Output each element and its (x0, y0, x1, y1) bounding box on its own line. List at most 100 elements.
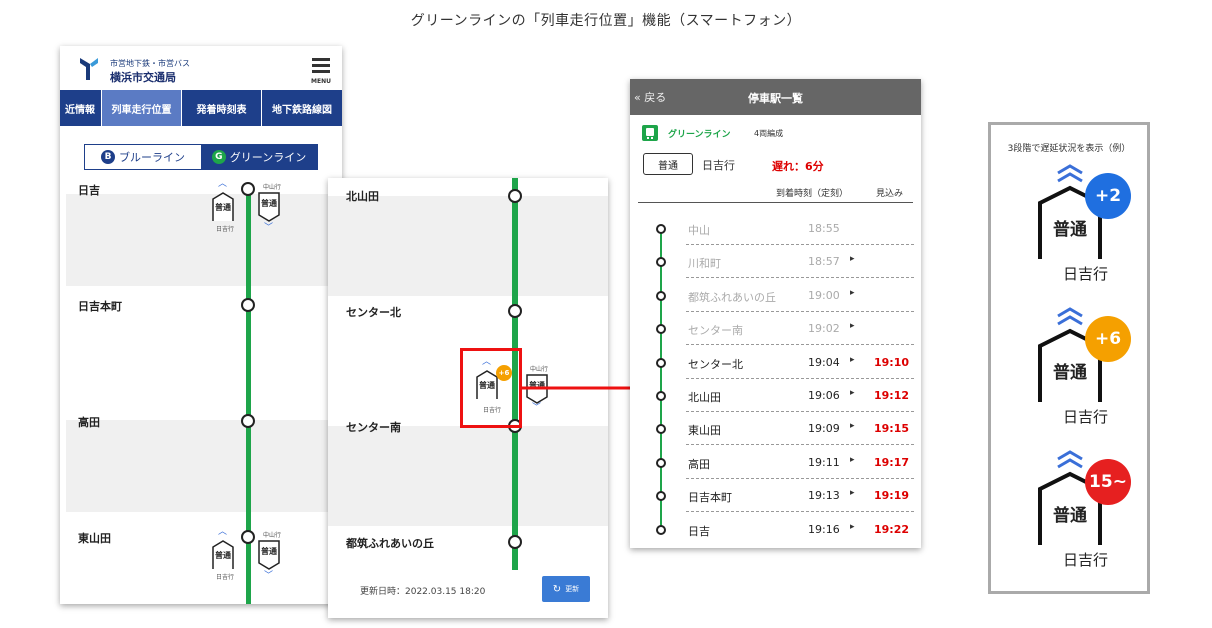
train-marker[interactable]: 普通 (212, 192, 234, 222)
arrow-right-icon: ▸ (850, 254, 855, 265)
station-node[interactable] (241, 530, 255, 544)
stop-scheduled-time: 19:02 (808, 322, 840, 336)
station-node[interactable] (508, 189, 522, 203)
station-label[interactable]: センター北 (346, 304, 401, 320)
stop-expected-time: 19:19 (874, 489, 910, 503)
chevron-down-icon: ﹀ (264, 571, 274, 581)
stop-dot (656, 524, 666, 535)
row-divider (686, 377, 914, 379)
row-divider (686, 477, 914, 479)
refresh-icon: ↻ (552, 583, 562, 595)
stop-scheduled-time: 19:11 (808, 455, 840, 469)
refresh-button[interactable]: ↻ 更新 (542, 576, 590, 602)
stop-row[interactable]: 日吉本町 19:13 ▸ 19:19 (630, 482, 921, 516)
station-node[interactable] (241, 182, 255, 196)
arrow-right-icon: ▸ (850, 321, 855, 332)
legend-destination: 日吉行 (1063, 265, 1109, 283)
stop-dot (656, 424, 666, 435)
stop-dot (656, 257, 666, 268)
stop-scheduled-time: 19:13 (808, 489, 840, 503)
chevron-up-icon: ︿ (218, 179, 228, 189)
delay-legend: 3段階で遅延状況を表示（例） 普通 +2 日吉行 普通 +6 日吉行 普通 15~ 日吉行 (988, 122, 1150, 594)
row-divider (686, 344, 914, 346)
stop-dot (656, 357, 666, 368)
train-marker[interactable]: 普通 (258, 192, 280, 222)
stop-dot (656, 457, 666, 468)
stop-row[interactable]: 高田 19:11 ▸ 19:17 (630, 449, 921, 483)
menu-button[interactable]: MENU (310, 58, 332, 86)
stop-row[interactable]: 東山田 19:09 ▸ 19:15 (630, 415, 921, 449)
column-header-arrival: 到着時刻（定刻） (776, 189, 849, 199)
station-label[interactable]: 日吉 (78, 182, 100, 198)
legend-train-type: 普通 (1053, 506, 1087, 526)
stop-station: 川和町 (688, 257, 721, 271)
train-type-badge: 普通 (643, 153, 693, 175)
station-label[interactable]: 日吉本町 (78, 298, 122, 314)
station-node[interactable] (508, 304, 522, 318)
stop-station: 中山 (688, 224, 710, 237)
station-label[interactable]: 都筑ふれあいの丘 (346, 535, 434, 551)
row-divider (686, 444, 914, 446)
stop-expected-time: 19:17 (874, 455, 910, 469)
station-label[interactable]: 高田 (78, 414, 100, 430)
station-label[interactable]: 北山田 (346, 188, 379, 204)
stop-scheduled-time: 18:55 (808, 222, 840, 235)
stop-row[interactable]: 北山田 19:06 ▸ 19:12 (630, 382, 921, 416)
train-marker[interactable]: 普通 (212, 540, 234, 570)
train-destination: 日吉行 (216, 574, 235, 581)
green-line-button[interactable]: G グリーンライン (201, 145, 317, 169)
legend-train-type: 普通 (1053, 363, 1087, 383)
arrow-right-icon: ▸ (850, 287, 855, 298)
chevron-down-icon: ﹀ (264, 223, 274, 233)
logo-subtitle: 市営地下鉄・市営バス (110, 59, 190, 68)
legend-item: 普通 15~ 日吉行 (991, 449, 1147, 579)
tab-nearby[interactable]: 近情報 (60, 90, 102, 126)
stop-scheduled-time: 19:00 (808, 288, 840, 302)
arrow-right-icon: ▸ (850, 388, 855, 398)
chevron-up-icon (1057, 307, 1083, 326)
tab-route-map[interactable]: 地下鉄路線図 (262, 90, 342, 126)
stop-dot (656, 324, 666, 335)
logo-title[interactable]: 横浜市交通局 (110, 69, 176, 85)
chevron-up-icon (1057, 450, 1083, 469)
stop-expected-time: 19:22 (874, 522, 910, 536)
train-destination: 日吉行 (702, 159, 735, 172)
line-selector: B ブルーライン G グリーンライン (84, 144, 318, 170)
row-divider (686, 411, 914, 412)
arrow-right-icon: ▸ (850, 454, 855, 465)
station-node[interactable] (508, 535, 522, 549)
stop-dot (656, 491, 666, 502)
map-band (328, 196, 608, 296)
stop-station: 高田 (688, 457, 710, 471)
stop-list-header: « 戻る 停車駅一覧 (630, 79, 921, 115)
legend-destination: 日吉行 (1063, 551, 1109, 569)
stop-row[interactable]: センター南 19:02 ▸ (630, 315, 921, 349)
tab-timetable[interactable]: 発着時刻表 (182, 90, 262, 126)
stop-row[interactable]: 都筑ふれあいの丘 19:00 ▸ (630, 282, 921, 316)
train-marker[interactable]: 普通 (258, 540, 280, 570)
station-label[interactable]: 東山田 (78, 530, 111, 546)
stop-station: 都筑ふれあいの丘 (688, 290, 776, 304)
phone-train-position: 市営地下鉄・市営バス 横浜市交通局 MENU 近情報 列車走行位置 発着時刻表 … (60, 46, 342, 604)
stop-row[interactable]: 日吉 19:16 ▸ 19:22 (630, 516, 921, 548)
stop-row[interactable]: センター北 19:04 ▸ 19:10 (630, 349, 921, 383)
stop-station: 北山田 (688, 391, 721, 404)
transport-logo-icon (80, 58, 98, 80)
map-band (66, 420, 342, 512)
tab-train-position[interactable]: 列車走行位置 (102, 90, 182, 126)
train-destination: 中山行 (263, 184, 282, 191)
station-label[interactable]: センター南 (346, 419, 401, 435)
stop-row[interactable]: 川和町 18:57 ▸ (630, 248, 921, 282)
station-node[interactable] (241, 298, 255, 312)
legend-delay-badge: +6 (1085, 316, 1131, 362)
stop-row[interactable]: 中山 18:55 (630, 215, 921, 249)
legend-train-type: 普通 (1053, 220, 1087, 240)
update-footer: 更新日時：2022.03.15 18:20 ↻ 更新 (328, 570, 608, 618)
line-name: グリーンライン (668, 130, 731, 140)
stop-expected-time: 19:10 (874, 355, 910, 369)
legend-delay-badge: 15~ (1085, 459, 1131, 505)
station-node[interactable] (241, 414, 255, 428)
stop-scheduled-time: 19:09 (808, 422, 840, 436)
blue-line-button[interactable]: B ブルーライン (85, 145, 201, 169)
arrow-right-icon: ▸ (850, 488, 855, 499)
